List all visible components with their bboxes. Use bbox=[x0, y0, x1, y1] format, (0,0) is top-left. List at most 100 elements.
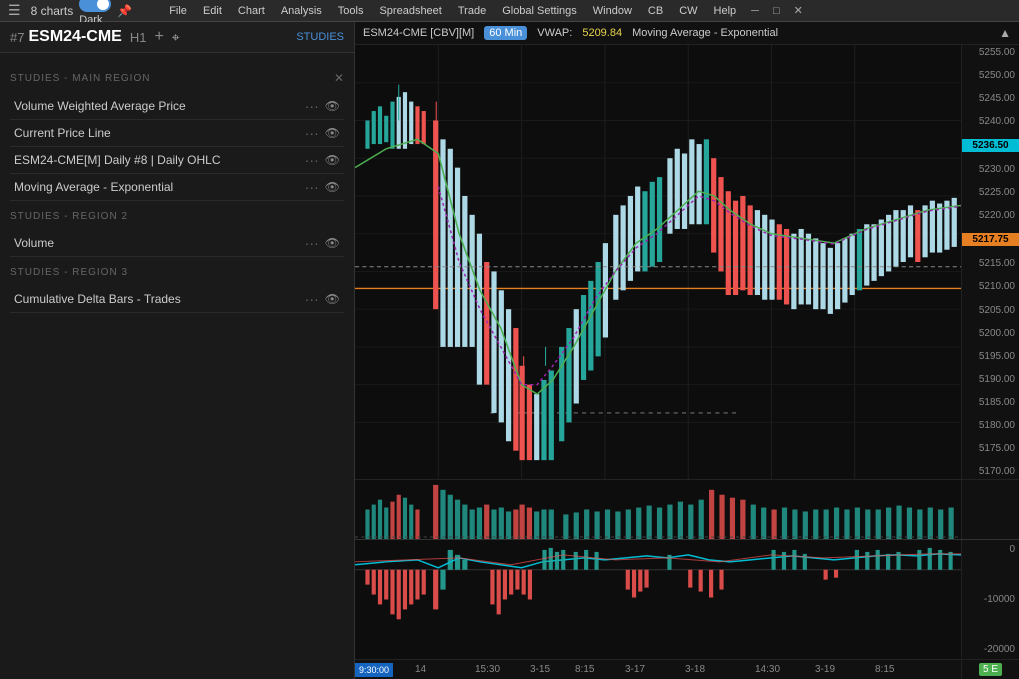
study-actions-volume: ··· 👁 bbox=[305, 235, 340, 251]
menu-cb[interactable]: CB bbox=[643, 3, 668, 19]
left-panel: #7 ESM24-CME H1 + ⌖ STUDIES STUDIES - MA… bbox=[0, 22, 355, 679]
price-5240: 5240.00 bbox=[962, 116, 1019, 127]
chart-symbol: ESM24-CME bbox=[28, 28, 121, 46]
chart-number: #7 bbox=[10, 30, 24, 45]
delta-axis-0: 0 bbox=[962, 544, 1019, 555]
menu-edit[interactable]: Edit bbox=[198, 3, 227, 19]
study-item-daily-ohlc[interactable]: ESM24-CME[M] Daily #8 | Daily OHLC ··· 👁 bbox=[10, 147, 344, 174]
study-dots-current-price[interactable]: ··· bbox=[305, 125, 319, 141]
price-5225: 5225.00 bbox=[962, 187, 1019, 198]
time-label-815a: 8:15 bbox=[575, 664, 594, 675]
chart-header: #7 ESM24-CME H1 + ⌖ STUDIES bbox=[0, 22, 354, 53]
info-vwap-value: 5209.84 bbox=[582, 27, 622, 39]
close-btn[interactable]: ✕ bbox=[790, 4, 807, 17]
studies-region2-header: STUDIES - REGION 2 bbox=[10, 211, 344, 222]
menu-help[interactable]: Help bbox=[709, 3, 742, 19]
study-name-ma-exp: Moving Average - Exponential bbox=[14, 180, 305, 194]
charts-count: 8 charts bbox=[31, 4, 74, 18]
study-name-cum-delta: Cumulative Delta Bars - Trades bbox=[14, 292, 305, 306]
study-item-current-price[interactable]: Current Price Line ··· 👁 bbox=[10, 120, 344, 147]
study-eye-daily-ohlc[interactable]: 👁 bbox=[325, 153, 340, 167]
study-eye-volume[interactable]: 👁 bbox=[325, 236, 340, 250]
time-label-1430: 14:30 bbox=[755, 664, 780, 675]
cursor-indicator: ⌖ bbox=[172, 29, 180, 46]
info-timeframe[interactable]: 60 Min bbox=[484, 26, 527, 40]
chart-canvas-wrapper[interactable]: 5255.00 5250.00 5245.00 5240.00 5236.50 … bbox=[355, 45, 1019, 479]
time-label-319: 3-19 bbox=[815, 664, 835, 675]
study-item-volume[interactable]: Volume ··· 👁 bbox=[10, 230, 344, 257]
minimize-btn[interactable]: ─ bbox=[747, 5, 763, 17]
studies-region2-title: STUDIES - REGION 2 bbox=[10, 211, 128, 222]
studies-button[interactable]: STUDIES bbox=[296, 31, 344, 43]
study-dots-volume[interactable]: ··· bbox=[305, 235, 319, 251]
app-hamburger-icon[interactable]: ☰ bbox=[8, 2, 21, 19]
info-ma-label: Moving Average - Exponential bbox=[632, 27, 778, 39]
restore-btn[interactable]: □ bbox=[769, 5, 784, 17]
chart-collapse-button[interactable]: ▲ bbox=[999, 26, 1011, 40]
study-dots-daily-ohlc[interactable]: ··· bbox=[305, 152, 319, 168]
price-5170: 5170.00 bbox=[962, 466, 1019, 477]
price-cyan-5236: 5236.50 bbox=[962, 139, 1019, 152]
chart-area: ESM24-CME [CBV][M] 60 Min VWAP: 5209.84 … bbox=[355, 22, 1019, 679]
menu-global-settings[interactable]: Global Settings bbox=[497, 3, 582, 19]
menu-tools[interactable]: Tools bbox=[333, 3, 369, 19]
delta-section: Cumulative Delta Bars - Trades bbox=[355, 539, 1019, 659]
live-badge: 5 E bbox=[979, 663, 1002, 676]
study-dots-ma-exp[interactable]: ··· bbox=[305, 179, 319, 195]
study-item-cum-delta[interactable]: Cumulative Delta Bars - Trades ··· 👁 bbox=[10, 286, 344, 313]
study-dots-cum-delta[interactable]: ··· bbox=[305, 291, 319, 307]
volume-price-axis bbox=[961, 480, 1019, 539]
time-axis-spacer: 5 E bbox=[961, 660, 1019, 679]
menu-chart[interactable]: Chart bbox=[233, 3, 270, 19]
study-item-vwap[interactable]: Volume Weighted Average Price ··· 👁 bbox=[10, 93, 344, 120]
studies-region3-title: STUDIES - REGION 3 bbox=[10, 267, 128, 278]
delta-axis-neg20k: -20000 bbox=[962, 644, 1019, 655]
price-5180: 5180.00 bbox=[962, 420, 1019, 431]
chart-timeframe: H1 bbox=[130, 30, 147, 45]
price-5185: 5185.00 bbox=[962, 397, 1019, 408]
price-5210: 5210.00 bbox=[962, 281, 1019, 292]
time-label-315: 3-15 bbox=[530, 664, 550, 675]
studies-main-region-header: STUDIES - MAIN REGION ✕ bbox=[10, 71, 344, 85]
study-eye-ma-exp[interactable]: 👁 bbox=[325, 180, 340, 194]
menu-spreadsheet[interactable]: Spreadsheet bbox=[374, 3, 446, 19]
study-actions-current-price: ··· 👁 bbox=[305, 125, 340, 141]
price-orange-5217: 5217.75 bbox=[962, 233, 1019, 246]
study-actions-cum-delta: ··· 👁 bbox=[305, 291, 340, 307]
price-5205: 5205.00 bbox=[962, 305, 1019, 316]
info-symbol: ESM24-CME [CBV][M] bbox=[363, 27, 474, 39]
menu-trade[interactable]: Trade bbox=[453, 3, 491, 19]
time-label-930: 9:30:00 bbox=[355, 663, 393, 677]
study-name-daily-ohlc: ESM24-CME[M] Daily #8 | Daily OHLC bbox=[14, 153, 305, 167]
delta-axis-neg10k: -10000 bbox=[962, 594, 1019, 605]
price-5200: 5200.00 bbox=[962, 328, 1019, 339]
time-label-1530: 15:30 bbox=[475, 664, 500, 675]
price-5245: 5245.00 bbox=[962, 93, 1019, 104]
info-vwap-label: VWAP: bbox=[537, 27, 572, 39]
menu-window[interactable]: Window bbox=[588, 3, 637, 19]
study-eye-cum-delta[interactable]: 👁 bbox=[325, 292, 340, 306]
time-label-318: 3-18 bbox=[685, 664, 705, 675]
time-axis: 9:30:00 14 15:30 3-15 8:15 3-17 3-18 14:… bbox=[355, 659, 1019, 679]
menu-analysis[interactable]: Analysis bbox=[276, 3, 327, 19]
volume-section bbox=[355, 479, 1019, 539]
dark-mode-toggle[interactable] bbox=[79, 0, 111, 12]
price-5175: 5175.00 bbox=[962, 443, 1019, 454]
add-study-button[interactable]: + bbox=[154, 28, 163, 46]
pin-icon[interactable]: 📌 bbox=[117, 4, 132, 18]
study-item-ma-exp[interactable]: Moving Average - Exponential ··· 👁 bbox=[10, 174, 344, 201]
main-layout: #7 ESM24-CME H1 + ⌖ STUDIES STUDIES - MA… bbox=[0, 22, 1019, 679]
study-eye-vwap[interactable]: 👁 bbox=[325, 99, 340, 113]
price-5255: 5255.00 bbox=[962, 47, 1019, 58]
studies-main-region-close[interactable]: ✕ bbox=[334, 71, 344, 85]
time-label-14: 14 bbox=[415, 664, 426, 675]
menu-file[interactable]: File bbox=[164, 3, 192, 19]
study-name-volume: Volume bbox=[14, 236, 305, 250]
study-name-vwap: Volume Weighted Average Price bbox=[14, 99, 305, 113]
chart-info-bar: ESM24-CME [CBV][M] 60 Min VWAP: 5209.84 … bbox=[355, 22, 1019, 45]
price-5195: 5195.00 bbox=[962, 351, 1019, 362]
price-5190: 5190.00 bbox=[962, 374, 1019, 385]
menu-cw[interactable]: CW bbox=[674, 3, 702, 19]
study-eye-current-price[interactable]: 👁 bbox=[325, 126, 340, 140]
study-dots-vwap[interactable]: ··· bbox=[305, 98, 319, 114]
